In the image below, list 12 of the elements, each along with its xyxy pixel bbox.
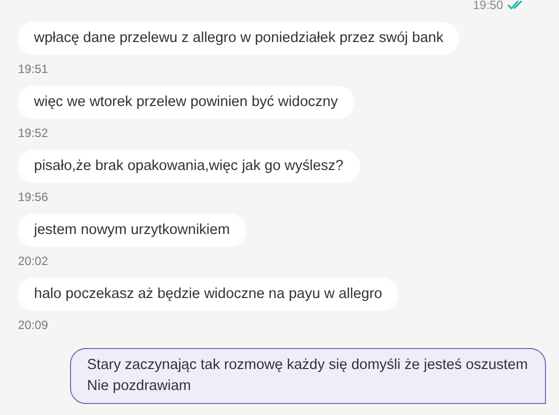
message-time: 20:02	[18, 254, 48, 268]
message-time: 19:56	[18, 190, 48, 204]
message-time: 19:52	[18, 126, 48, 140]
message-time: 20:09	[18, 318, 48, 332]
message-time: 19:51	[18, 62, 48, 76]
message-time: 19:50	[472, 0, 503, 11]
received-message-bubble: więc we wtorek przelew powinien być widoczny	[18, 86, 354, 119]
received-message-bubble: pisało,że brak opakowania,więc jak go wyślesz?	[18, 150, 360, 183]
received-message-bubble: wpłacę dane przelewu z allegro w poniedziałek przez swój bank	[18, 22, 460, 55]
received-message-bubble: halo poczekasz aż będzie widoczne na payu w allegro	[18, 278, 398, 311]
sent-message-bubble: Stary zaczynając tak rozmowę każdy się domyśli że jesteś oszustem Nie pozdrawiam	[70, 348, 546, 404]
received-message-bubble: jestem nowym urzytkownikiem	[18, 214, 246, 247]
